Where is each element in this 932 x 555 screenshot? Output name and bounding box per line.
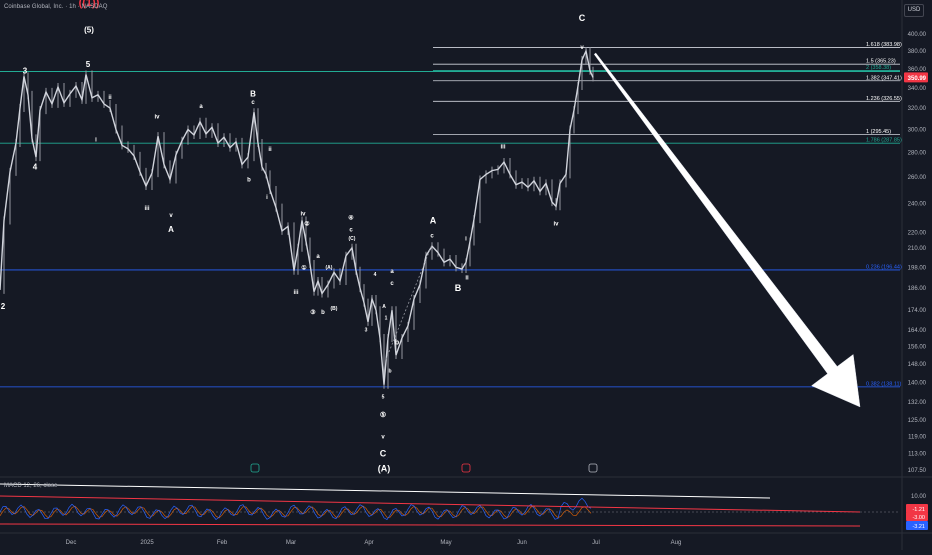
y-tick-label: 140.00	[908, 380, 927, 386]
currency-button[interactable]: USD	[904, 4, 924, 17]
wave-label: A	[430, 216, 437, 226]
y-tick-label: 220.00	[908, 230, 927, 236]
wave-label: B	[250, 90, 256, 99]
last-price-label: 350.99	[908, 76, 927, 82]
x-tick-label: Aug	[671, 540, 682, 546]
fib-label: 1.786 (287.85)	[866, 138, 902, 144]
wave-label: B	[455, 283, 462, 293]
fib-label: 1.5 (365.23)	[866, 59, 896, 65]
chart-svg: 400.00 380.00 360.00 340.00 320.00 300.00 280.…	[0, 0, 932, 550]
y-tick-label: 148.00	[908, 362, 927, 368]
y-tick-label: 240.00	[908, 202, 927, 208]
y-tick-label: 260.00	[908, 175, 927, 181]
fib-label: 1.618 (383.98)	[866, 42, 902, 48]
wave-label: iv	[553, 222, 559, 228]
y-tick-label: 113.00	[908, 451, 927, 457]
wave-label: iii	[144, 206, 149, 212]
macd-value-label: -3.21	[912, 524, 925, 530]
y-tick-label: 125.00	[908, 418, 927, 424]
y-tick-label: 107.50	[908, 468, 927, 474]
x-tick-label: Dec	[66, 540, 77, 546]
wave-label: C	[380, 449, 387, 459]
x-tick-label: Mar	[286, 540, 296, 546]
symbol-header: Coinbase Global, Inc. · 1h · NASDAQ	[4, 4, 108, 10]
wave-label: 4	[33, 163, 38, 172]
wave-label: ①	[301, 264, 307, 271]
fib-label: 1.382 (347.41)	[866, 75, 902, 81]
wave-label: ⑤	[380, 411, 386, 419]
wave-label: ii	[268, 147, 272, 153]
wave-label: (C)	[349, 236, 356, 242]
chart: 400.00 380.00 360.00 340.00 320.00 300.00 280.…	[0, 0, 932, 550]
y-tick-label: 198.00	[908, 265, 927, 271]
y-tick-label: 164.00	[908, 328, 927, 334]
wave-label: C	[579, 13, 586, 23]
wave-label: 3	[365, 328, 368, 334]
wave-label: iv	[300, 211, 306, 217]
wave-label: b	[247, 178, 251, 184]
fib-label: 1.236 (326.55)	[866, 96, 902, 102]
wave-label: (A)	[378, 464, 391, 474]
y-tick-label: 400.00	[908, 32, 927, 38]
x-tick-label: 2025	[140, 540, 154, 546]
fib-label: 0.236 (196.44)	[866, 264, 902, 270]
wave-label: ③	[310, 309, 316, 316]
x-tick-label: Feb	[217, 540, 228, 546]
wave-label: ②	[304, 221, 310, 228]
wave-label: ii	[465, 276, 469, 282]
wave-label: (B)	[331, 306, 338, 312]
x-tick-label: Jul	[592, 540, 600, 546]
wave-label: (A)	[326, 265, 333, 271]
wave-label: 5	[382, 395, 385, 401]
wave-label: b	[321, 310, 325, 316]
y-tick-label: 380.00	[908, 49, 927, 55]
y-tick-label: 156.00	[908, 344, 927, 350]
macd-tick-label: 10.00	[911, 494, 927, 500]
wave-label: A	[168, 225, 174, 234]
macd-value-label: -3.00	[912, 515, 925, 521]
y-tick-label: 360.00	[908, 67, 927, 73]
wave-label: ④	[348, 215, 354, 222]
wave-label: ii	[108, 95, 112, 101]
wave-label: 5	[86, 60, 91, 69]
y-tick-label: 320.00	[908, 106, 927, 112]
fib-label: 0.382 (138.11)	[866, 381, 902, 387]
wave-label: 1	[385, 316, 388, 322]
y-tick-label: 186.00	[908, 286, 927, 292]
wave-label: 2	[1, 302, 6, 311]
y-tick-label: 119.00	[908, 434, 927, 440]
wave-label: iii	[500, 145, 505, 151]
macd-label: MACD 12, 26, close	[4, 483, 58, 489]
fib-label: 2 (358.38)	[866, 65, 891, 71]
x-tick-label: Jun	[517, 540, 527, 546]
y-tick-label: 300.00	[908, 127, 927, 133]
wave-label: b	[395, 340, 399, 347]
wave-label: A	[382, 304, 386, 310]
wave-label: (5)	[84, 26, 94, 35]
y-tick-label: 174.00	[908, 308, 927, 314]
wave-label: iii	[293, 290, 298, 296]
x-tick-label: May	[440, 540, 451, 546]
y-tick-label: 340.00	[908, 86, 927, 92]
y-tick-label: 132.00	[908, 400, 927, 406]
y-tick-label: 210.00	[908, 246, 927, 252]
x-tick-label: Apr	[364, 540, 373, 546]
wave-label: 4	[374, 272, 377, 278]
fib-label: 1 (295.45)	[866, 129, 891, 135]
wave-label: iv	[154, 115, 160, 121]
y-tick-label: 280.00	[908, 150, 927, 156]
wave-label: 3	[23, 67, 28, 76]
wave-label: b	[388, 368, 391, 374]
